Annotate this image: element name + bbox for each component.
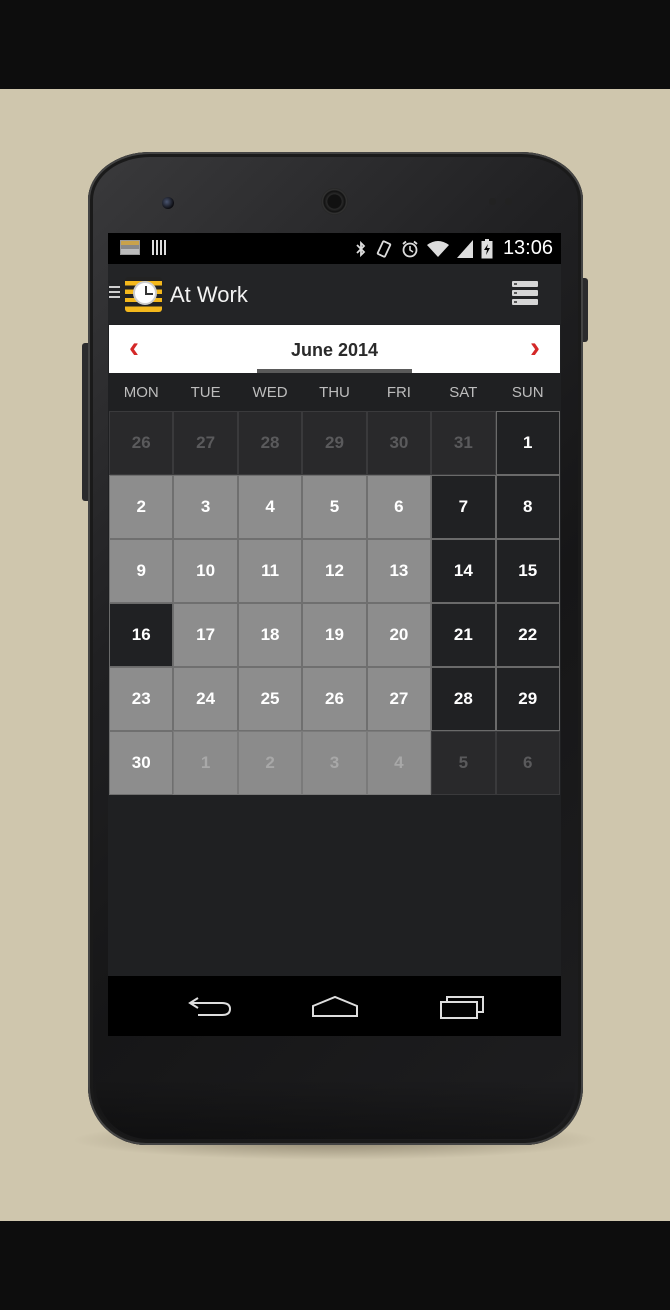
day-cell[interactable]: 1 bbox=[173, 731, 238, 795]
day-cell[interactable]: 3 bbox=[302, 731, 367, 795]
clock-time: 13:06 bbox=[502, 237, 553, 259]
day-cell[interactable]: 12 bbox=[302, 539, 367, 603]
menu-icon[interactable] bbox=[109, 286, 120, 300]
day-cell[interactable]: 26 bbox=[109, 411, 174, 475]
day-cell[interactable]: 23 bbox=[109, 667, 174, 731]
weekday-label: TUE bbox=[190, 384, 221, 401]
screen: 13:06 At Work ‹ June 2014 › MON TUE WED THU… bbox=[108, 233, 561, 1036]
day-cell[interactable]: 27 bbox=[173, 411, 238, 475]
day-cell[interactable]: 2 bbox=[237, 731, 303, 795]
alarm-icon bbox=[402, 240, 418, 257]
top-letterbox bbox=[0, 0, 670, 89]
rotate-icon bbox=[376, 239, 392, 258]
month-title: June 2014 bbox=[290, 340, 379, 360]
notification-icon bbox=[120, 240, 140, 255]
weekday-label: SUN bbox=[511, 384, 544, 401]
day-cell[interactable]: 6 bbox=[366, 475, 432, 539]
day-cell[interactable]: 24 bbox=[173, 667, 238, 731]
day-cell[interactable]: 29 bbox=[495, 667, 560, 731]
day-cell[interactable]: 8 bbox=[495, 475, 560, 539]
day-cell[interactable]: 20 bbox=[366, 603, 432, 667]
day-cell[interactable]: 31 bbox=[431, 411, 496, 475]
back-icon[interactable] bbox=[188, 994, 232, 1018]
day-cell[interactable]: 27 bbox=[366, 667, 432, 731]
weekday-label: SAT bbox=[449, 384, 478, 401]
day-cell[interactable]: 13 bbox=[366, 539, 432, 603]
app-bar: At Work bbox=[108, 264, 561, 324]
day-cell[interactable]: 7 bbox=[431, 475, 496, 539]
bottom-letterbox bbox=[0, 1221, 670, 1310]
status-bar: 13:06 bbox=[108, 233, 561, 264]
weekday-label: THU bbox=[319, 384, 350, 401]
day-cell[interactable]: 11 bbox=[237, 539, 303, 603]
day-cell[interactable]: 30 bbox=[109, 731, 174, 795]
day-cell[interactable]: 29 bbox=[302, 411, 367, 475]
proximity-sensor bbox=[489, 198, 496, 205]
day-cell[interactable]: 4 bbox=[237, 475, 303, 539]
light-sensor bbox=[505, 198, 512, 205]
earpiece-speaker bbox=[321, 188, 348, 215]
day-cell[interactable]: 4 bbox=[366, 731, 432, 795]
tab-indicator bbox=[257, 369, 412, 373]
calendar-grid: 26 27 28 29 30 31 1 2 3 4 5 6 7 8 9 10 11 12 13 14 15 16 17 18 1… bbox=[109, 411, 560, 795]
home-icon[interactable] bbox=[311, 994, 359, 1018]
day-cell[interactable]: 26 bbox=[302, 667, 367, 731]
day-cell[interactable]: 14 bbox=[431, 539, 496, 603]
signal-icon bbox=[456, 239, 473, 258]
day-cell[interactable]: 5 bbox=[431, 731, 496, 795]
day-cell[interactable]: 30 bbox=[366, 411, 432, 475]
bluetooth-icon bbox=[356, 240, 366, 257]
weekday-label: FRI bbox=[386, 384, 411, 401]
day-cell[interactable]: 22 bbox=[495, 603, 560, 667]
navigation-bar bbox=[108, 976, 561, 1036]
month-navigator: ‹ June 2014 › bbox=[109, 325, 560, 373]
day-cell[interactable]: 19 bbox=[302, 603, 367, 667]
day-cell[interactable]: 18 bbox=[237, 603, 303, 667]
day-cell[interactable]: 15 bbox=[495, 539, 560, 603]
day-cell[interactable]: 3 bbox=[173, 475, 238, 539]
day-cell[interactable]: 28 bbox=[431, 667, 496, 731]
weekday-label: MON bbox=[123, 384, 159, 401]
weekday-header: MON TUE WED THU FRI SAT SUN bbox=[109, 375, 560, 411]
barcode-icon bbox=[152, 240, 166, 255]
day-cell[interactable]: 17 bbox=[173, 603, 238, 667]
next-month-button[interactable]: › bbox=[530, 333, 540, 363]
day-cell[interactable]: 16 bbox=[109, 603, 174, 667]
front-camera bbox=[162, 197, 174, 209]
day-cell[interactable]: 9 bbox=[109, 539, 174, 603]
day-cell[interactable]: 21 bbox=[431, 603, 496, 667]
day-cell[interactable]: 10 bbox=[173, 539, 238, 603]
app-clock-icon[interactable] bbox=[125, 277, 162, 312]
day-cell[interactable]: 28 bbox=[237, 411, 303, 475]
day-cell[interactable]: 2 bbox=[109, 475, 174, 539]
day-cell[interactable]: 5 bbox=[302, 475, 367, 539]
weekday-label: WED bbox=[252, 384, 288, 401]
day-cell[interactable]: 25 bbox=[237, 667, 303, 731]
list-view-icon[interactable] bbox=[512, 281, 538, 305]
day-cell[interactable]: 1 bbox=[495, 411, 560, 475]
battery-icon bbox=[481, 238, 493, 258]
wifi-icon bbox=[426, 240, 449, 257]
app-title: At Work bbox=[170, 282, 248, 307]
day-cell[interactable]: 6 bbox=[495, 731, 560, 795]
recent-apps-icon[interactable] bbox=[439, 994, 485, 1020]
